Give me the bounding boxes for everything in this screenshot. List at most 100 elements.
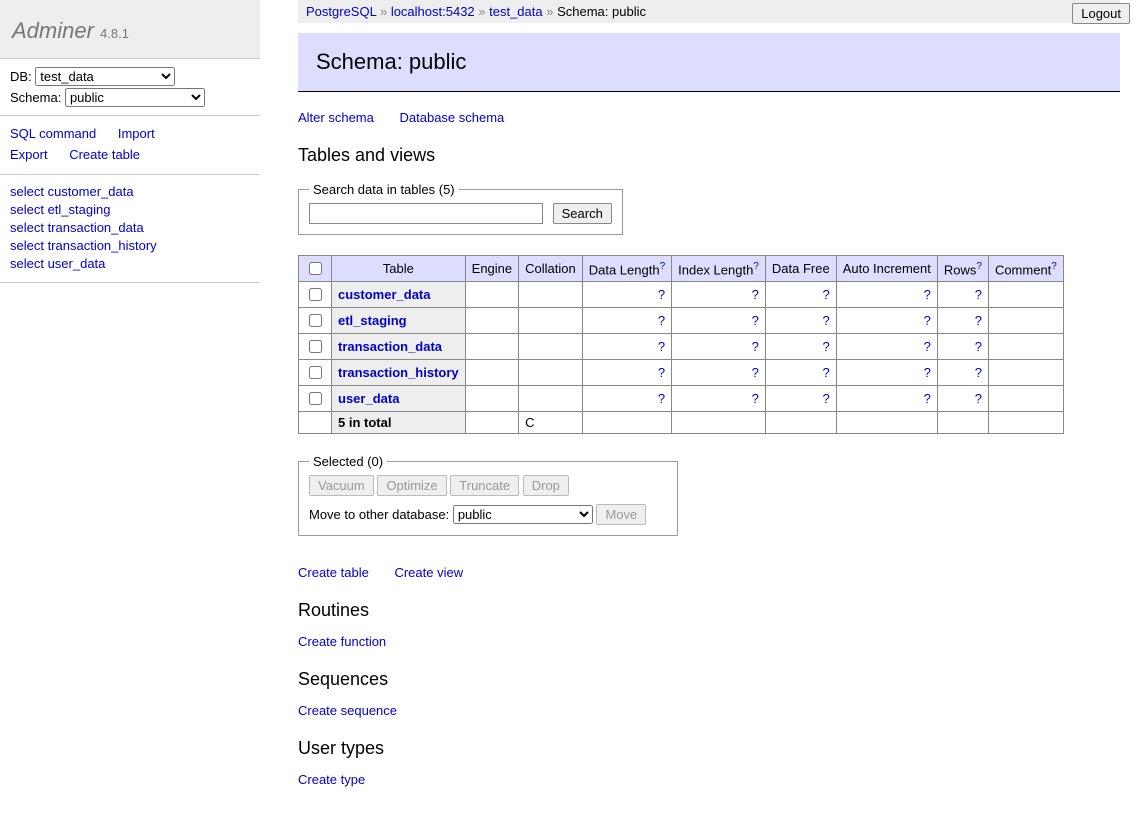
select-all-checkbox[interactable] [309, 262, 322, 275]
move-button[interactable] [596, 504, 646, 525]
search-legend: Search data in tables (5) [309, 182, 459, 197]
col-comment: Comment? [988, 256, 1063, 282]
cell-unknown[interactable]: ? [975, 339, 982, 354]
sidebar-table-link[interactable]: select transaction_history [10, 237, 250, 255]
sidebar-table-link[interactable]: select user_data [10, 255, 250, 273]
cell-unknown[interactable]: ? [822, 391, 829, 406]
move-target-select[interactable]: public [453, 505, 593, 524]
cell-unknown[interactable]: ? [975, 287, 982, 302]
cell-unknown[interactable]: ? [924, 391, 931, 406]
create-table-link-bottom[interactable]: Create table [298, 565, 369, 580]
cell-unknown[interactable]: ? [924, 313, 931, 328]
cell-unknown[interactable]: ? [752, 339, 759, 354]
tables-heading: Tables and views [298, 145, 1120, 166]
footer-total: 5 in total [332, 412, 466, 434]
col-engine: Engine [465, 256, 518, 282]
help-icon[interactable]: ? [660, 261, 666, 272]
cell-unknown[interactable]: ? [975, 313, 982, 328]
col-data-free: Data Free [765, 256, 836, 282]
cell-unknown[interactable]: ? [924, 365, 931, 380]
logout-button[interactable]: Logout [1072, 3, 1130, 24]
sql-command-link[interactable]: SQL command [10, 124, 96, 145]
cell-unknown[interactable]: ? [658, 287, 665, 302]
col-index-length: Index Length? [672, 256, 766, 282]
create-type-link[interactable]: Create type [298, 772, 365, 787]
table-name-link[interactable]: etl_staging [338, 313, 407, 328]
schema-label: Schema: [10, 90, 61, 105]
truncate-button[interactable] [450, 475, 519, 496]
sidebar: Adminer 4.8.1 DB: test_data Schema: publ… [0, 0, 260, 313]
alter-schema-link[interactable]: Alter schema [298, 110, 374, 125]
table-name-link[interactable]: customer_data [338, 287, 430, 302]
col-table: Table [332, 256, 466, 282]
cell-unknown[interactable]: ? [658, 339, 665, 354]
help-icon[interactable]: ? [976, 261, 982, 272]
cell-unknown[interactable]: ? [752, 313, 759, 328]
export-link[interactable]: Export [10, 145, 48, 166]
row-checkbox[interactable] [309, 340, 322, 353]
table-name-link[interactable]: transaction_history [338, 365, 459, 380]
page-title: Schema: public [298, 33, 1120, 92]
cell-unknown[interactable]: ? [822, 365, 829, 380]
row-checkbox[interactable] [309, 288, 322, 301]
search-button[interactable] [553, 203, 612, 224]
cell-unknown[interactable]: ? [658, 313, 665, 328]
sidebar-tables: select customer_data select etl_staging … [0, 175, 260, 283]
move-label: Move to other database: [309, 507, 449, 522]
selected-legend: Selected (0) [309, 454, 387, 469]
cell-unknown[interactable]: ? [658, 391, 665, 406]
cell-unknown[interactable]: ? [752, 287, 759, 302]
cell-unknown[interactable]: ? [924, 339, 931, 354]
breadcrumb-driver[interactable]: PostgreSQL [306, 4, 376, 19]
create-function-link[interactable]: Create function [298, 634, 386, 649]
col-auto-increment: Auto Increment [836, 256, 937, 282]
cell-unknown[interactable]: ? [822, 287, 829, 302]
help-icon[interactable]: ? [753, 261, 759, 272]
breadcrumb-schema: Schema: public [557, 4, 646, 19]
create-view-link[interactable]: Create view [394, 565, 463, 580]
col-collation: Collation [519, 256, 583, 282]
row-checkbox[interactable] [309, 392, 322, 405]
brand-title: Adminer 4.8.1 [12, 18, 248, 44]
import-link[interactable]: Import [118, 124, 155, 145]
breadcrumb-server[interactable]: localhost:5432 [391, 4, 475, 19]
sidebar-table-link[interactable]: select etl_staging [10, 201, 250, 219]
col-data-length: Data Length? [582, 256, 671, 282]
cell-unknown[interactable]: ? [752, 391, 759, 406]
vacuum-button[interactable] [309, 475, 374, 496]
database-schema-link[interactable]: Database schema [400, 110, 505, 125]
create-sequence-link[interactable]: Create sequence [298, 703, 397, 718]
user-types-heading: User types [298, 738, 1120, 759]
sidebar-table-link[interactable]: select transaction_data [10, 219, 250, 237]
table-row: transaction_data????? [299, 334, 1064, 360]
cell-unknown[interactable]: ? [752, 365, 759, 380]
create-table-link[interactable]: Create table [69, 145, 140, 166]
col-rows: Rows? [937, 256, 988, 282]
cell-unknown[interactable]: ? [658, 365, 665, 380]
cell-unknown[interactable]: ? [822, 339, 829, 354]
table-name-link[interactable]: transaction_data [338, 339, 442, 354]
cell-unknown[interactable]: ? [924, 287, 931, 302]
table-row: transaction_history????? [299, 360, 1064, 386]
optimize-button[interactable] [377, 475, 446, 496]
table-row: customer_data????? [299, 282, 1064, 308]
row-checkbox[interactable] [309, 314, 322, 327]
help-icon[interactable]: ? [1051, 261, 1057, 272]
footer-collation: C [519, 412, 583, 434]
search-input[interactable] [309, 203, 543, 224]
table-row: user_data????? [299, 386, 1064, 412]
db-select[interactable]: test_data [35, 67, 175, 86]
brand-name: Adminer [12, 18, 94, 43]
cell-unknown[interactable]: ? [975, 391, 982, 406]
cell-unknown[interactable]: ? [822, 313, 829, 328]
schema-select[interactable]: public [65, 88, 205, 107]
search-fieldset: Search data in tables (5) [298, 182, 623, 235]
sidebar-table-link[interactable]: select customer_data [10, 183, 250, 201]
brand-version: 4.8.1 [100, 26, 129, 41]
row-checkbox[interactable] [309, 366, 322, 379]
breadcrumb-database[interactable]: test_data [489, 4, 543, 19]
breadcrumb: PostgreSQL » localhost:5432 » test_data … [298, 0, 1120, 23]
cell-unknown[interactable]: ? [975, 365, 982, 380]
drop-button[interactable] [523, 475, 569, 496]
table-name-link[interactable]: user_data [338, 391, 399, 406]
